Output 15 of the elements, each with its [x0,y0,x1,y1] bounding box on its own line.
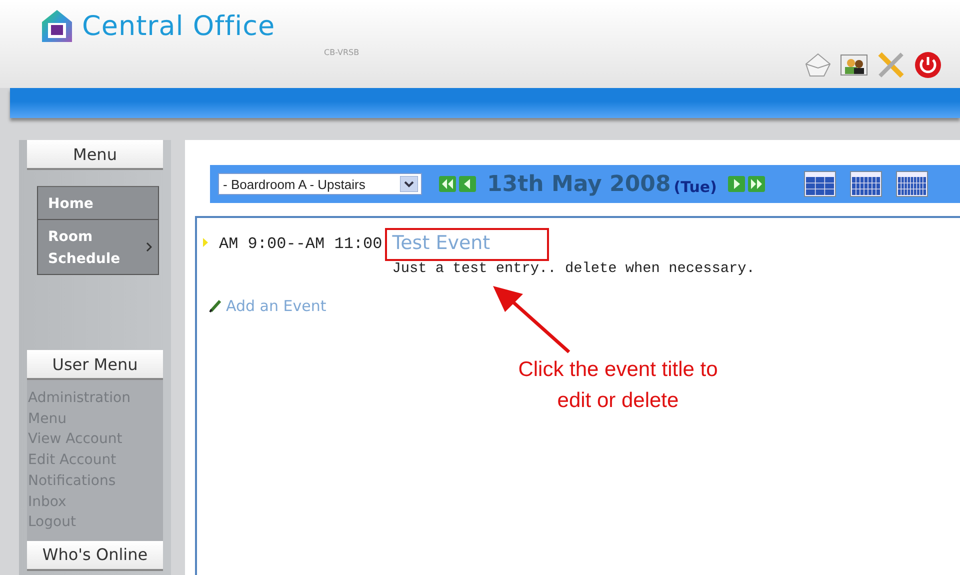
event-title-link[interactable]: Test Event [392,232,490,254]
menu-item[interactable]: Room Schedule [38,220,158,274]
menu-item[interactable]: Home [38,187,158,220]
event-description: Just a test entry.. delete when necessary. [392,261,755,277]
annotation-text: Click the event title to edit or delete [517,357,719,414]
weekday-label: (Tue) [674,178,717,196]
site-subtitle: CB-VRSB [324,48,360,57]
room-dropdown[interactable]: - Boardroom A - Upstairs [218,173,422,195]
current-date: 13th May 2008 [487,172,671,196]
site-title: Central Office [82,10,276,42]
sidebar-heading: User Menu [27,350,163,380]
add-event-link[interactable]: Add an Event [226,297,326,315]
sidebar-heading: Menu [27,140,163,170]
sidebar-heading: Who's Online [27,540,163,571]
event-time: AM 9:00--AM 11:00 [219,235,382,253]
